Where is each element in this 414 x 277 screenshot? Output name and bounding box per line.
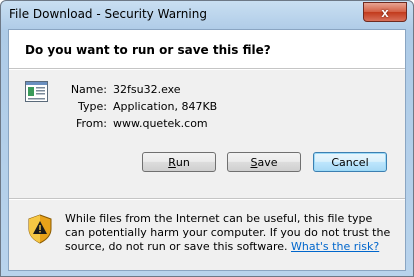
title-bar[interactable]: File Download - Security Warning x bbox=[1, 1, 413, 29]
save-mnemonic: S bbox=[250, 155, 258, 169]
save-label-rest: ave bbox=[257, 155, 278, 169]
warning-message: While files from the Internet can be use… bbox=[65, 212, 395, 254]
file-name-label: Name: bbox=[70, 83, 107, 96]
file-download-dialog: File Download - Security Warning x Do yo… bbox=[0, 0, 414, 277]
cancel-button[interactable]: Cancel bbox=[313, 152, 387, 172]
warning-shield-icon bbox=[28, 214, 52, 244]
dialog-header: Do you want to run or save this file? bbox=[9, 30, 405, 68]
cancel-label: Cancel bbox=[331, 155, 369, 169]
file-type-value: Application, 847KB bbox=[113, 100, 218, 113]
file-name-value: 32fsu32.exe bbox=[113, 83, 181, 96]
run-mnemonic: R bbox=[168, 155, 176, 169]
header-divider bbox=[9, 68, 405, 70]
run-button[interactable]: Run bbox=[142, 152, 216, 172]
close-icon: x bbox=[381, 4, 389, 20]
save-button[interactable]: Save bbox=[227, 152, 301, 172]
file-from-label: From: bbox=[76, 117, 107, 130]
application-file-icon bbox=[25, 81, 48, 102]
window-title: File Download - Security Warning bbox=[9, 7, 207, 21]
security-warning: While files from the Internet can be use… bbox=[9, 200, 405, 270]
dialog-body: Do you want to run or save this file? Na… bbox=[8, 29, 406, 271]
dialog-question: Do you want to run or save this file? bbox=[25, 43, 271, 57]
file-from-value: www.quetek.com bbox=[113, 117, 208, 130]
file-type-label: Type: bbox=[78, 100, 107, 113]
close-button[interactable]: x bbox=[363, 2, 407, 22]
whats-the-risk-link[interactable]: What's the risk? bbox=[291, 240, 379, 253]
run-label-rest: un bbox=[175, 155, 190, 169]
